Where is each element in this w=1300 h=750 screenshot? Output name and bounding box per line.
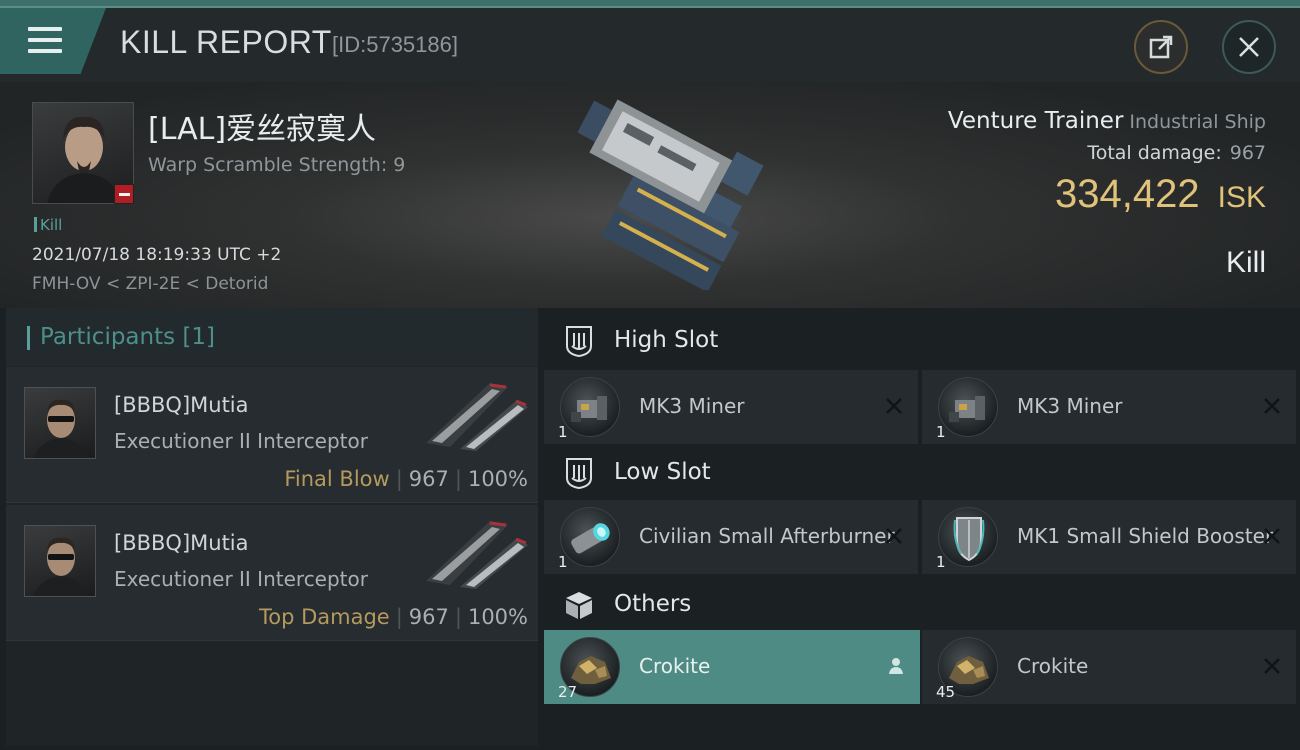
- share-icon: [1149, 35, 1173, 59]
- kill-result: Kill: [1225, 246, 1266, 279]
- low-slot-header: Low Slot: [544, 442, 1300, 502]
- high-slot-icon: [566, 326, 592, 358]
- shield-booster-icon: [938, 507, 998, 567]
- participant-percent: 100%: [467, 605, 528, 629]
- participants-header: Participants [1]: [6, 308, 538, 366]
- others-header: Others: [544, 574, 1300, 634]
- victim-ship-line: Venture Trainer Industrial Ship: [948, 108, 1266, 134]
- item-name: MK3 Miner: [639, 394, 745, 418]
- destroyed-icon: [1264, 398, 1280, 414]
- item-quantity: 27: [558, 683, 578, 701]
- total-damage-label: Total damage:: [1087, 142, 1222, 164]
- participant-row[interactable]: [BBBQ]Mutia Executioner II Interceptor T…: [6, 505, 538, 641]
- fitting-item[interactable]: 45 Crokite: [922, 630, 1296, 704]
- participant-role: Top Damage: [258, 605, 390, 629]
- participant-percent: 100%: [467, 467, 528, 491]
- victim-ship-image: [577, 99, 764, 290]
- hamburger-icon: [28, 27, 62, 53]
- participant-damage: 967: [408, 467, 449, 491]
- participant-name: [BBBQ]Mutia: [114, 393, 249, 417]
- fitting-panel: High Slot 1 MK3 Miner 1 MK3 Miner Low Sl…: [544, 308, 1300, 746]
- fitting-item[interactable]: 27 Crokite: [544, 630, 920, 704]
- item-name: MK3 Miner: [1017, 394, 1123, 418]
- item-name: Crokite: [1017, 654, 1089, 678]
- item-name: MK1 Small Shield Booster: [1017, 524, 1274, 548]
- participant-portrait[interactable]: [24, 387, 96, 459]
- item-quantity: 1: [936, 553, 946, 571]
- participant-ship-image: [426, 383, 528, 451]
- participant-name: [BBBQ]Mutia: [114, 531, 249, 555]
- warp-scramble-strength: Warp Scramble Strength: 9: [148, 154, 406, 176]
- item-quantity: 1: [558, 423, 568, 441]
- item-quantity: 1: [936, 423, 946, 441]
- low-slot-icon: [566, 458, 592, 490]
- participant-ship-image: [426, 521, 528, 589]
- menu-button[interactable]: [0, 8, 106, 74]
- kill-tag: Kill: [34, 216, 62, 234]
- close-button[interactable]: [1222, 20, 1276, 74]
- portrait-image: [33, 537, 89, 596]
- item-name: Crokite: [639, 654, 711, 678]
- kill-timestamp: 2021/07/18 18:19:33 UTC +2: [32, 245, 282, 265]
- hostile-badge: [114, 184, 134, 204]
- fitting-item[interactable]: 1 MK1 Small Shield Booster: [922, 500, 1296, 574]
- isk-value-line: 334,422 ISK: [1055, 172, 1266, 217]
- victim-hero: [LAL]爱丝寂寞人 Warp Scramble Strength: 9 Kil…: [0, 82, 1300, 308]
- participant-damage: 967: [408, 605, 449, 629]
- others-label: Others: [614, 591, 692, 617]
- header: KILL REPORT [ID:5735186]: [0, 8, 1300, 82]
- dropped-person-icon: [889, 658, 903, 674]
- victim-ship-class: Industrial Ship: [1129, 111, 1266, 133]
- report-id: [ID:5735186]: [332, 32, 458, 57]
- close-icon: [1239, 37, 1259, 57]
- fitting-item[interactable]: 1 Civilian Small Afterburner: [544, 500, 918, 574]
- destroyed-icon: [886, 528, 902, 544]
- afterburner-icon: [560, 507, 620, 567]
- portrait-image: [33, 399, 89, 458]
- item-quantity: 45: [936, 683, 956, 701]
- mining-laser-icon: [938, 377, 998, 437]
- victim-ship-name[interactable]: Venture Trainer: [948, 108, 1123, 134]
- item-quantity: 1: [558, 553, 568, 571]
- kill-tag-label: Kill: [40, 216, 63, 234]
- total-damage-value: 967: [1229, 142, 1266, 164]
- participant-role: Final Blow: [284, 467, 390, 491]
- fitting-item[interactable]: 1 MK3 Miner: [544, 370, 918, 444]
- low-slot-label: Low Slot: [614, 459, 711, 485]
- high-slot-label: High Slot: [614, 327, 719, 353]
- isk-unit: ISK: [1217, 181, 1266, 214]
- participant-portrait[interactable]: [24, 525, 96, 597]
- kill-location: FMH-OV < ZPI-2E < Detorid: [32, 274, 269, 294]
- top-accent-bar: [0, 0, 1300, 8]
- participant-row[interactable]: [BBBQ]Mutia Executioner II Interceptor F…: [6, 367, 538, 503]
- mining-laser-icon: [560, 377, 620, 437]
- high-slot-header: High Slot: [544, 310, 1300, 370]
- participant-ship: Executioner II Interceptor: [114, 429, 368, 453]
- fitting-item[interactable]: 1 MK3 Miner: [922, 370, 1296, 444]
- total-damage: Total damage: 967: [1087, 142, 1266, 164]
- victim-name: [LAL]爱丝寂寞人: [148, 112, 377, 147]
- participant-ship: Executioner II Interceptor: [114, 567, 368, 591]
- page-title: KILL REPORT: [120, 24, 332, 60]
- destroyed-icon: [1264, 658, 1280, 674]
- participant-stats: Top Damage | 967 | 100%: [258, 605, 528, 629]
- destroyed-icon: [886, 398, 902, 414]
- participant-stats: Final Blow | 967 | 100%: [284, 467, 528, 491]
- destroyed-icon: [1264, 528, 1280, 544]
- isk-value: 334,422: [1055, 172, 1200, 216]
- item-name: Civilian Small Afterburner: [639, 524, 895, 548]
- participants-panel: Participants [1] [BBBQ]Mutia Executioner…: [6, 308, 538, 746]
- cargo-box-icon: [566, 592, 592, 619]
- share-button[interactable]: [1134, 20, 1188, 74]
- participants-title: Participants [1]: [40, 324, 215, 350]
